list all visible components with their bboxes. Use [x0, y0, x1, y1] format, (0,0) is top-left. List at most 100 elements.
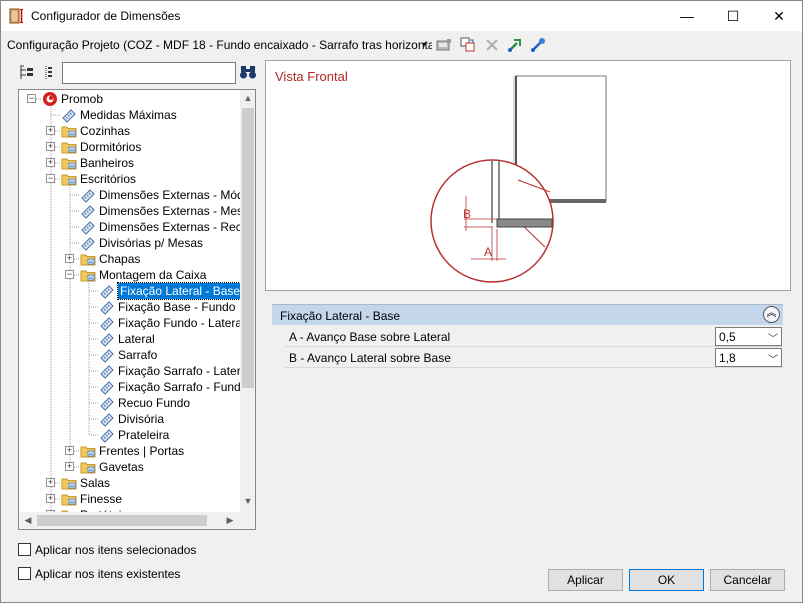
ok-button[interactable]: OK: [629, 569, 704, 591]
property-group-header[interactable]: Fixação Lateral - Base ︽: [272, 304, 783, 325]
chevron-down-icon[interactable]: ▾: [422, 40, 432, 50]
tree-folder-node[interactable]: + Frentes | Portas: [19, 443, 240, 459]
folder-icon: [61, 126, 77, 138]
tree-node-label: Banheiros: [80, 156, 135, 170]
tree-node-label: Dormitórios: [80, 140, 142, 154]
collapse-group-icon[interactable]: ︽: [763, 306, 780, 323]
tree-folder-node[interactable]: + Dormitórios: [19, 139, 240, 155]
tree-folder-node[interactable]: + Salas: [19, 475, 240, 491]
front-view-drawing: B A: [430, 75, 607, 283]
expand-node-icon[interactable]: +: [65, 462, 74, 471]
tree-leaf-node[interactable]: Dimensões Externas - Módulos: [19, 187, 255, 203]
dimension-ruler-icon: [100, 285, 114, 299]
label-b: B: [463, 207, 471, 221]
tree-leaf-node[interactable]: Fixação Base - Fundo: [19, 299, 240, 315]
expand-tree-icon[interactable]: [40, 64, 58, 82]
preview-panel: Vista Frontal B A: [265, 60, 791, 291]
expand-node-icon[interactable]: +: [65, 254, 74, 263]
property-value-select[interactable]: 0,5 ﹀: [715, 327, 782, 346]
tree-folder-node[interactable]: + Chapas: [19, 251, 240, 267]
configuration-toolbar: Configuração Projeto (COZ - MDF 18 - Fun…: [1, 31, 802, 59]
tree-leaf-node[interactable]: Prateleira: [19, 427, 240, 443]
scroll-left-icon[interactable]: ◀: [20, 515, 36, 526]
property-row: B - Avanço Lateral sobre Base 1,8 ﹀: [285, 347, 783, 368]
scroll-down-icon[interactable]: ▼: [240, 496, 255, 506]
dimension-ruler-icon: [100, 397, 114, 411]
collapse-node-icon[interactable]: −: [46, 174, 55, 183]
tree-leaf-node[interactable]: Fixação Lateral - Base: [19, 282, 244, 300]
tree-folder-node[interactable]: + Gavetas: [19, 459, 240, 475]
collapse-node-icon[interactable]: −: [65, 270, 74, 279]
minimize-button[interactable]: —: [664, 1, 710, 31]
configuration-select[interactable]: Configuração Projeto (COZ - MDF 18 - Fun…: [7, 38, 432, 54]
scroll-right-icon[interactable]: ▶: [222, 515, 238, 526]
apply-existing-label: Aplicar nos itens existentes: [35, 567, 181, 581]
collapse-tree-icon[interactable]: [18, 64, 36, 82]
collapse-node-icon[interactable]: −: [27, 94, 36, 103]
vertical-scroll-thumb[interactable]: [242, 108, 254, 388]
tree-leaf-node[interactable]: Fixação Fundo - Lateral: [19, 315, 245, 331]
tree-folder-node[interactable]: + Banheiros: [19, 155, 240, 171]
expand-node-icon[interactable]: +: [46, 478, 55, 487]
dimension-ruler-icon: [100, 381, 114, 395]
apply-button[interactable]: Aplicar: [548, 569, 623, 591]
close-button[interactable]: ✕: [756, 1, 802, 31]
tree-leaf-node[interactable]: Dimensões Externas - Recepção: [19, 219, 255, 235]
export-icon[interactable]: [529, 36, 547, 54]
tree-leaf-node[interactable]: Fixação Sarrafo - Lateral: [19, 363, 250, 379]
vertical-scrollbar[interactable]: ▲ ▼: [240, 90, 255, 512]
horizontal-scrollbar[interactable]: ◀ ▶: [19, 512, 240, 529]
tree-node-label: Prateleira: [118, 428, 170, 442]
copy-config-icon[interactable]: [459, 36, 477, 54]
tree-view[interactable]: − Promob Medidas Máximas + Cozinhas + Dormitór…: [18, 89, 256, 530]
folder-icon: [61, 174, 77, 186]
tree-node-label: Frentes | Portas: [99, 444, 185, 458]
tree-folder-node[interactable]: + Finesse: [19, 491, 240, 507]
delete-icon[interactable]: [483, 36, 501, 54]
tree-leaf-node[interactable]: Medidas Máximas: [19, 107, 240, 123]
tree-node-label: Escritórios: [80, 172, 137, 186]
tree-leaf-node[interactable]: Divisórias p/ Mesas: [19, 235, 240, 251]
cancel-button[interactable]: Cancelar: [710, 569, 785, 591]
maximize-button[interactable]: ☐: [710, 1, 756, 31]
expand-node-icon[interactable]: +: [46, 126, 55, 135]
tree-root[interactable]: − Promob: [19, 91, 240, 107]
tree-node-label: Dimensões Externas - Mesas: [99, 204, 256, 218]
chevron-down-icon[interactable]: ﹀: [768, 330, 778, 345]
title-bar: Configurador de Dimensões — ☐ ✕: [1, 1, 802, 31]
tree-node-label: Gavetas: [99, 460, 144, 474]
label-a: A: [484, 245, 492, 259]
tree-search-input[interactable]: [62, 62, 236, 84]
tree-folder-node[interactable]: − Escritórios: [19, 171, 240, 187]
configurator-window: Configurador de Dimensões — ☐ ✕ Configur…: [0, 0, 803, 603]
chevron-down-icon[interactable]: ﹀: [768, 351, 778, 366]
tree-leaf-node[interactable]: Dimensões Externas - Mesas: [19, 203, 255, 219]
window-title: Configurador de Dimensões: [31, 9, 181, 23]
save-config-icon[interactable]: [435, 36, 453, 54]
binoculars-icon[interactable]: [239, 64, 257, 80]
tree-folder-node[interactable]: − Montagem da Caixa: [19, 267, 240, 283]
expand-node-icon[interactable]: +: [46, 158, 55, 167]
tree-folder-node[interactable]: + Cozinhas: [19, 123, 240, 139]
tree-leaf-node[interactable]: Recuo Fundo: [19, 395, 240, 411]
property-value-select[interactable]: 1,8 ﹀: [715, 348, 782, 367]
tree-leaf-node[interactable]: Sarrafo: [19, 347, 240, 363]
scroll-up-icon[interactable]: ▲: [240, 93, 255, 103]
tree-node-label: Fixação Lateral - Base: [116, 282, 244, 300]
horizontal-scroll-thumb[interactable]: [37, 515, 207, 526]
tree-leaf-node[interactable]: Divisória: [19, 411, 240, 427]
tree-node-label: Fixação Sarrafo - Lateral: [118, 364, 251, 378]
expand-node-icon[interactable]: +: [46, 494, 55, 503]
tree-node-label: Montagem da Caixa: [99, 268, 207, 282]
dimension-ruler-icon: [81, 205, 95, 219]
expand-node-icon[interactable]: +: [65, 446, 74, 455]
folder-icon: [80, 462, 96, 474]
apply-existing-checkbox[interactable]: [18, 567, 31, 580]
import-icon[interactable]: [506, 36, 524, 54]
tree-node-label: Divisórias p/ Mesas: [99, 236, 204, 250]
tree-node-label: Recuo Fundo: [118, 396, 191, 410]
tree-leaf-node[interactable]: Fixação Sarrafo - Fundo: [19, 379, 247, 395]
apply-selected-checkbox[interactable]: [18, 543, 31, 556]
tree-leaf-node[interactable]: Lateral: [19, 331, 240, 347]
expand-node-icon[interactable]: +: [46, 142, 55, 151]
